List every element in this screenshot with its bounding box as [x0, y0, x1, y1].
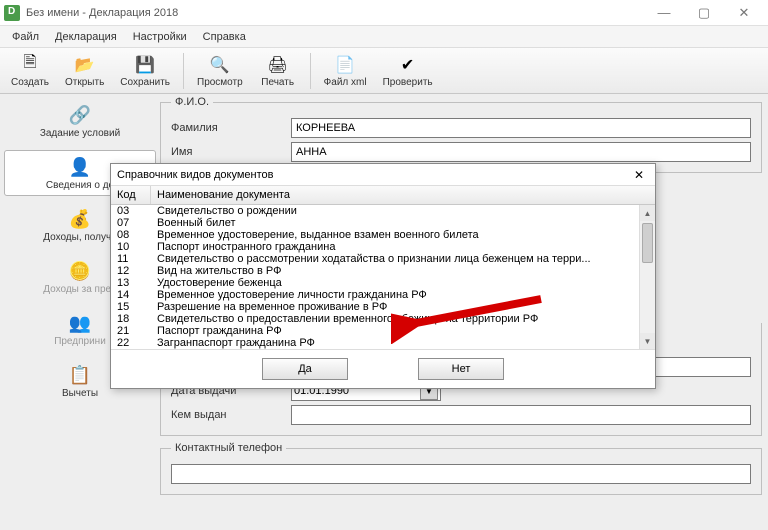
- table-row[interactable]: 14Временное удостоверение личности гражд…: [111, 289, 655, 301]
- xml-icon: 📄: [334, 54, 356, 76]
- table-row[interactable]: 18Свидетельство о предоставлении временн…: [111, 313, 655, 325]
- table-row[interactable]: 11Свидетельство о рассмотрении ходатайст…: [111, 253, 655, 265]
- table-row[interactable]: 08Временное удостоверение, выданное взам…: [111, 229, 655, 241]
- row-code: 15: [111, 301, 151, 313]
- toolbar-preview[interactable]: 🔍Просмотр: [190, 51, 250, 91]
- coins-icon: 🪙: [68, 260, 92, 284]
- row-name: Свидетельство о рождении: [151, 205, 655, 217]
- firstname-label: Имя: [171, 146, 291, 158]
- preview-icon: 🔍: [209, 54, 231, 76]
- dialog-yes-button[interactable]: Да: [262, 358, 348, 380]
- titlebar: Без имени - Декларация 2018 — ▢ ✕: [0, 0, 768, 26]
- issued-by-input[interactable]: [291, 405, 751, 425]
- scroll-thumb[interactable]: [642, 223, 653, 263]
- phone-legend: Контактный телефон: [171, 442, 286, 454]
- row-code: 07: [111, 217, 151, 229]
- row-name: Паспорт иностранного гражданина: [151, 241, 655, 253]
- row-code: 14: [111, 289, 151, 301]
- toolbar-sep: [183, 53, 184, 89]
- lastname-label: Фамилия: [171, 122, 291, 134]
- toolbar-create[interactable]: 🗎Создать: [4, 51, 56, 91]
- row-code: 13: [111, 277, 151, 289]
- row-code: 18: [111, 313, 151, 325]
- dialog-close-button[interactable]: ✕: [629, 166, 649, 184]
- row-name: Временное удостоверение, выданное взамен…: [151, 229, 655, 241]
- toolbar-save[interactable]: 💾Сохранить: [113, 51, 177, 91]
- row-name: Загранпаспорт гражданина РФ: [151, 337, 655, 349]
- toolbar-xml[interactable]: 📄Файл xml: [317, 51, 374, 91]
- dialog-header-row: Код Наименование документа: [111, 186, 655, 205]
- table-row[interactable]: 07Военный билет: [111, 217, 655, 229]
- row-code: 08: [111, 229, 151, 241]
- app-icon: [4, 5, 20, 21]
- menu-declaration[interactable]: Декларация: [47, 29, 125, 45]
- dialog-list: 03Свидетельство о рождении07Военный биле…: [111, 205, 655, 349]
- menu-settings[interactable]: Настройки: [125, 29, 195, 45]
- column-name[interactable]: Наименование документа: [151, 186, 655, 204]
- row-name: Разрешение на временное проживание в РФ: [151, 301, 655, 313]
- dialog-button-row: Да Нет: [111, 349, 655, 388]
- table-row[interactable]: 21Паспорт гражданина РФ: [111, 325, 655, 337]
- row-code: 12: [111, 265, 151, 277]
- minimize-button[interactable]: —: [644, 2, 684, 24]
- money-icon: 💰: [68, 208, 92, 232]
- row-code: 11: [111, 253, 151, 265]
- row-code: 10: [111, 241, 151, 253]
- row-code: 03: [111, 205, 151, 217]
- window-controls: — ▢ ✕: [644, 2, 764, 24]
- toolbar-sep: [310, 53, 311, 89]
- print-icon: 🖨: [267, 54, 289, 76]
- scroll-up-icon[interactable]: ▲: [640, 205, 655, 221]
- menubar: Файл Декларация Настройки Справка: [0, 26, 768, 48]
- column-code[interactable]: Код: [111, 186, 151, 204]
- table-row[interactable]: 12Вид на жительство в РФ: [111, 265, 655, 277]
- menu-help[interactable]: Справка: [195, 29, 254, 45]
- window-title: Без имени - Декларация 2018: [26, 7, 178, 19]
- fio-legend: Ф.И.О.: [171, 96, 213, 108]
- lastname-input[interactable]: [291, 118, 751, 138]
- open-icon: 📂: [74, 54, 96, 76]
- close-button[interactable]: ✕: [724, 2, 764, 24]
- phone-input[interactable]: [171, 464, 751, 484]
- toolbar-open[interactable]: 📂Открыть: [58, 51, 111, 91]
- phone-fieldset: Контактный телефон: [160, 442, 762, 495]
- table-row[interactable]: 03Свидетельство о рождении: [111, 205, 655, 217]
- issued-by-label: Кем выдан: [171, 409, 291, 421]
- firstname-input[interactable]: [291, 142, 751, 162]
- maximize-button[interactable]: ▢: [684, 2, 724, 24]
- row-name: Временное удостоверение личности граждан…: [151, 289, 655, 301]
- dialog-title: Справочник видов документов: [117, 169, 273, 181]
- table-row[interactable]: 10Паспорт иностранного гражданина: [111, 241, 655, 253]
- row-code: 22: [111, 337, 151, 349]
- scroll-down-icon[interactable]: ▼: [640, 333, 655, 349]
- table-row[interactable]: 13Удостоверение беженца: [111, 277, 655, 289]
- person-icon: 👤: [68, 156, 92, 180]
- row-name: Удостоверение беженца: [151, 277, 655, 289]
- row-name: Военный билет: [151, 217, 655, 229]
- row-code: 21: [111, 325, 151, 337]
- row-name: Паспорт гражданина РФ: [151, 325, 655, 337]
- check-icon: ✔: [397, 54, 419, 76]
- deduction-icon: 📋: [68, 364, 92, 388]
- dialog-titlebar: Справочник видов документов ✕: [111, 164, 655, 186]
- row-name: Свидетельство о предоставлении временног…: [151, 313, 655, 325]
- table-row[interactable]: 15Разрешение на временное проживание в Р…: [111, 301, 655, 313]
- toolbar-check[interactable]: ✔Проверить: [376, 51, 440, 91]
- create-icon: 🗎: [19, 54, 41, 76]
- table-row[interactable]: 22Загранпаспорт гражданина РФ: [111, 337, 655, 349]
- menu-file[interactable]: Файл: [4, 29, 47, 45]
- sidebar-item-conditions[interactable]: 🔗Задание условий: [4, 98, 156, 144]
- briefcase-icon: 👥: [68, 312, 92, 336]
- fio-fieldset: Ф.И.О. Фамилия Имя: [160, 96, 762, 173]
- tree-icon: 🔗: [68, 104, 92, 128]
- toolbar: 🗎Создать 📂Открыть 💾Сохранить 🔍Просмотр 🖨…: [0, 48, 768, 94]
- scrollbar[interactable]: ▲ ▼: [639, 205, 655, 349]
- row-name: Вид на жительство в РФ: [151, 265, 655, 277]
- dialog-no-button[interactable]: Нет: [418, 358, 504, 380]
- document-types-dialog: Справочник видов документов ✕ Код Наимен…: [110, 163, 656, 389]
- row-name: Свидетельство о рассмотрении ходатайства…: [151, 253, 655, 265]
- toolbar-print[interactable]: 🖨Печать: [252, 51, 304, 91]
- save-icon: 💾: [134, 54, 156, 76]
